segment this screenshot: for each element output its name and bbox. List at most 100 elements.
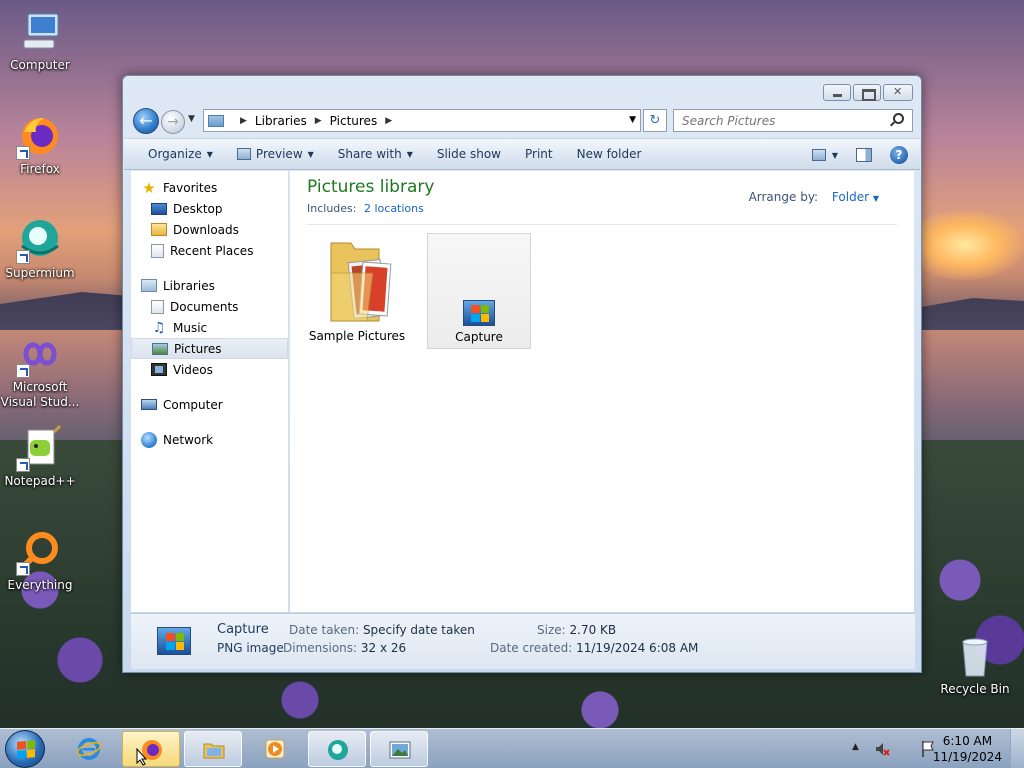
chevron-down-icon: ▼ [831, 150, 838, 160]
print-button[interactable]: Print [513, 147, 565, 161]
nav-item-label: Videos [173, 362, 213, 377]
pictures-icon [152, 342, 168, 355]
nav-item-label: Music [173, 320, 208, 335]
close-button[interactable] [883, 84, 913, 101]
breadcrumb-libraries[interactable]: Libraries [255, 114, 307, 128]
taskbar-photo-viewer[interactable] [370, 731, 428, 767]
nav-item-libraries[interactable]: Libraries [131, 275, 288, 296]
start-button[interactable] [5, 730, 45, 768]
back-button[interactable]: ← [133, 108, 159, 134]
command-bar: Organize ▼ Preview ▼ Share with ▼ Slide … [124, 138, 920, 170]
film-icon [151, 363, 167, 376]
desktop-icon-label: Everything [7, 578, 73, 592]
organize-button[interactable]: Organize ▼ [124, 147, 225, 161]
explorer-window[interactable]: ← → ▼ ▶ Libraries ▶ Pictures ▶ ▼ ↻ Organ… [122, 75, 922, 673]
view-icon [811, 149, 826, 161]
breadcrumb-chevron-icon[interactable]: ▶ [315, 116, 322, 126]
size-value: 2.70 KB [569, 623, 617, 637]
file-item-sample-pictures[interactable]: Sample Pictures [305, 231, 409, 347]
nav-item-computer[interactable]: Computer [131, 394, 288, 415]
window-caption-buttons [823, 84, 913, 101]
taskbar-supermium[interactable] [308, 731, 366, 767]
recent-pages-dropdown[interactable]: ▼ [188, 114, 195, 124]
nav-item-documents[interactable]: Documents [131, 296, 288, 317]
firefox-icon [16, 112, 64, 160]
nav-item-downloads[interactable]: Downloads [131, 219, 288, 240]
dimensions-value: 32 x 26 [360, 641, 407, 655]
file-item-capture[interactable]: Capture [427, 233, 531, 349]
change-view-button[interactable]: ▼ [811, 149, 838, 161]
maximize-button[interactable] [853, 84, 881, 101]
windows-logo-icon [471, 305, 489, 322]
share-with-button[interactable]: Share with ▼ [326, 147, 425, 161]
network-globe-icon [141, 431, 157, 448]
breadcrumb-chevron-icon[interactable]: ▶ [385, 116, 392, 126]
volume-muted-icon[interactable] [874, 741, 890, 757]
nav-item-music[interactable]: ♫ Music [131, 317, 288, 338]
nav-item-favorites[interactable]: ★ Favorites [131, 177, 288, 198]
file-item-label: Sample Pictures [308, 329, 406, 343]
library-title: Pictures library [307, 177, 435, 197]
file-list-pane[interactable]: Pictures library Includes: 2 locations A… [290, 171, 914, 612]
locations-link[interactable]: 2 locations [364, 202, 424, 215]
preview-button[interactable]: Preview ▼ [225, 147, 326, 161]
clock[interactable]: 6:10 AM 11/19/2024 [933, 733, 1002, 765]
desktop-icon-label: Computer [10, 58, 70, 72]
shortcut-arrow-icon [16, 364, 30, 378]
desktop-icon-recycle-bin[interactable]: Recycle Bin [935, 632, 1015, 696]
date-taken-label: Date taken: [289, 623, 360, 637]
supermium-icon [16, 216, 64, 264]
desktop-icon-label: Recycle Bin [940, 682, 1010, 696]
refresh-button[interactable]: ↻ [643, 109, 667, 132]
nav-item-videos[interactable]: Videos [131, 359, 288, 380]
address-dropdown-icon[interactable]: ▼ [629, 115, 636, 125]
preview-pane-icon[interactable] [856, 148, 872, 162]
dimensions-label: Dimensions: [283, 641, 358, 655]
nav-item-desktop[interactable]: Desktop [131, 198, 288, 219]
slide-show-button[interactable]: Slide show [425, 147, 513, 161]
capture-thumbnail-icon [157, 627, 191, 655]
share-with-label: Share with [337, 147, 402, 161]
arrange-by-dropdown[interactable]: Folder ▼ [832, 190, 879, 204]
libraries-icon [141, 279, 157, 292]
nav-item-recent-places[interactable]: Recent Places [131, 240, 288, 261]
desktop-icon [151, 202, 167, 215]
details-file-type: PNG image [217, 641, 284, 655]
desktop-icon-everything[interactable]: Everything [0, 528, 80, 592]
desktop-icon-visual-studio[interactable]: Microsoft Visual Stud... [0, 330, 80, 410]
details-date-created: Date created: 11/19/2024 6:08 AM [490, 641, 698, 655]
desktop-icon-supermium[interactable]: Supermium [0, 216, 80, 280]
desktop-icon-notepadpp[interactable]: Notepad++ [0, 424, 80, 488]
clock-date: 11/19/2024 [932, 750, 1002, 764]
taskbar-internet-explorer[interactable] [60, 731, 118, 767]
search-icon[interactable] [893, 113, 904, 124]
taskbar-media-player[interactable] [246, 731, 304, 767]
search-input[interactable] [673, 109, 913, 132]
desktop-icon-computer[interactable]: Computer [0, 8, 80, 72]
taskbar-firefox[interactable] [122, 731, 180, 767]
breadcrumb-pictures[interactable]: Pictures [330, 114, 378, 128]
windows-logo-icon [166, 633, 184, 650]
desktop-icon-firefox[interactable]: Firefox [0, 112, 80, 176]
address-bar[interactable]: ▶ Libraries ▶ Pictures ▶ ▼ [203, 109, 641, 132]
notepadpp-icon [16, 424, 64, 472]
system-tray: ▲ 6:10 AM 11/19/2024 [834, 729, 1024, 768]
minimize-button[interactable] [823, 84, 851, 101]
nav-item-pictures[interactable]: Pictures [131, 338, 288, 359]
address-row: ← → ▼ ▶ Libraries ▶ Pictures ▶ ▼ ↻ [131, 106, 915, 134]
desktop-icon-label: Supermium [5, 266, 75, 280]
toolbar-right-group: ▼ ? [811, 146, 908, 164]
show-desktop-button[interactable] [1010, 729, 1024, 768]
music-note-icon: ♫ [152, 319, 166, 336]
nav-item-network[interactable]: Network [131, 429, 288, 450]
taskbar: ▲ 6:10 AM 11/19/2024 [0, 728, 1024, 768]
date-taken-value[interactable]: Specify date taken [363, 623, 475, 637]
details-pane: Capture PNG image Date taken: Specify da… [131, 613, 915, 669]
library-includes: Includes: 2 locations [307, 202, 424, 215]
help-icon[interactable]: ? [890, 146, 908, 164]
forward-button[interactable]: → [161, 110, 185, 134]
taskbar-windows-explorer[interactable] [184, 731, 242, 767]
new-folder-button[interactable]: New folder [565, 147, 654, 161]
computer-icon [16, 8, 64, 56]
show-hidden-icons-chevron-icon[interactable]: ▲ [852, 742, 859, 752]
